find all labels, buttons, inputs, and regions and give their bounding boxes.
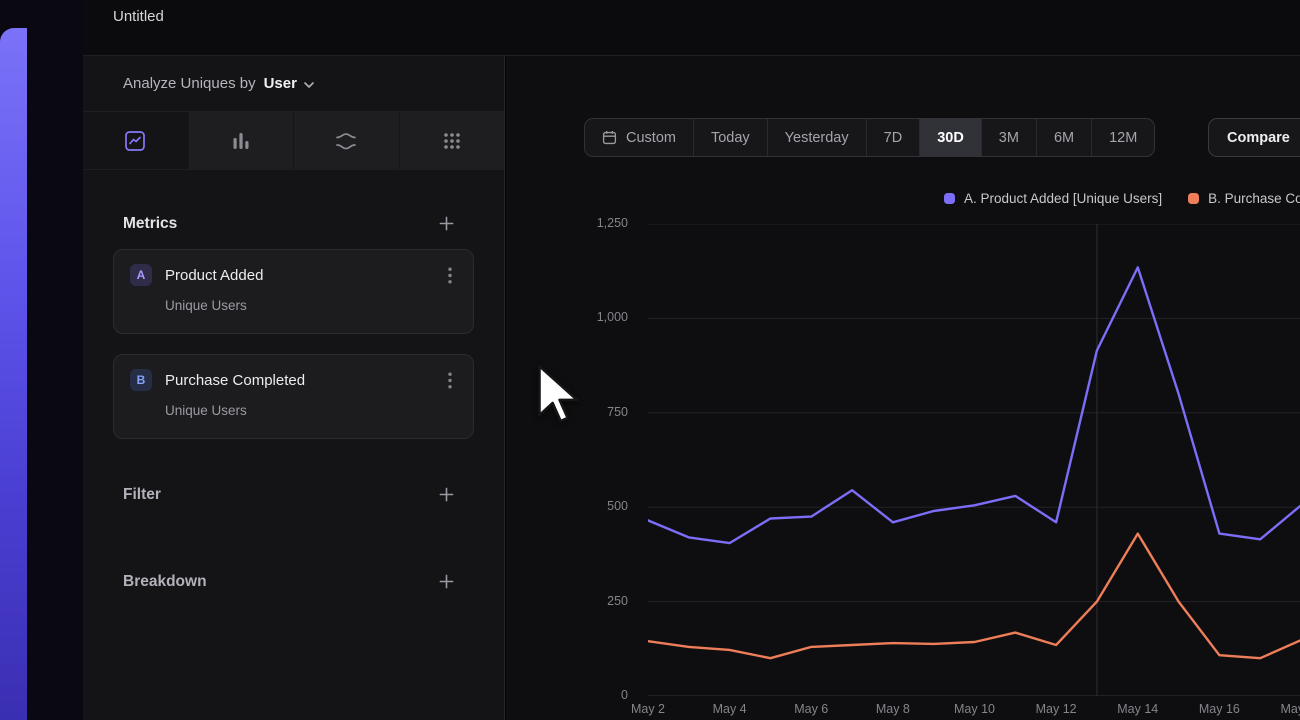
- breakdown-label: Breakdown: [123, 573, 207, 591]
- add-metric-button[interactable]: [437, 214, 456, 233]
- range-label: Today: [711, 130, 750, 146]
- filter-label: Filter: [123, 486, 161, 504]
- metric-card-a[interactable]: A Product Added Unique Users: [113, 249, 474, 334]
- calendar-icon: [602, 130, 617, 145]
- metric-card-b[interactable]: B Purchase Completed Unique Users: [113, 354, 474, 439]
- legend-label: A. Product Added [Unique Users]: [964, 191, 1162, 206]
- add-filter-button[interactable]: [437, 485, 456, 504]
- y-tick-label: 1,250: [597, 216, 628, 230]
- y-axis-labels: 02505007501,0001,250: [550, 224, 628, 696]
- metric-list: A Product Added Unique Users B Purchase Comp…: [83, 249, 504, 439]
- kebab-menu-icon[interactable]: [443, 265, 457, 286]
- range-label: 30D: [937, 130, 964, 146]
- line-chart-tab-icon: [123, 129, 147, 153]
- chart-legend: A. Product Added [Unique Users] B. Purcha…: [944, 191, 1300, 206]
- metric-subtitle: Unique Users: [165, 403, 457, 418]
- y-tick-label: 250: [607, 594, 628, 608]
- tab-grid[interactable]: [399, 112, 505, 169]
- x-tick-label: May 6: [781, 702, 841, 716]
- add-breakdown-button[interactable]: [437, 572, 456, 591]
- metric-title: Purchase Completed: [165, 372, 443, 389]
- legend-label: B. Purchase Completed [Unique Users]: [1208, 191, 1300, 206]
- analyze-by-row: Analyze Uniques by User: [83, 56, 504, 112]
- range-7d[interactable]: 7D: [867, 119, 921, 156]
- range-custom[interactable]: Custom: [585, 119, 694, 156]
- y-tick-label: 500: [607, 499, 628, 513]
- chart-panel: Custom Today Yesterday 7D 30D 3M 6M 12M Compare…: [506, 56, 1300, 720]
- chart-type-tabs: [83, 112, 504, 170]
- range-yesterday[interactable]: Yesterday: [768, 119, 867, 156]
- range-label: Yesterday: [785, 130, 849, 146]
- mouse-cursor: [537, 363, 579, 425]
- range-label: 12M: [1109, 130, 1137, 146]
- range-today[interactable]: Today: [694, 119, 768, 156]
- plus-icon: [439, 216, 454, 231]
- y-tick-label: 0: [621, 688, 628, 702]
- x-axis-labels: May 2May 4May 6May 8May 10May 12May 14Ma…: [648, 702, 1300, 720]
- plot-svg: [648, 224, 1300, 696]
- gradient-bar: [0, 28, 27, 720]
- app-window: Untitled Analyze Uniques by User: [0, 0, 1300, 720]
- query-panel: Analyze Uniques by User Metrics: [83, 56, 505, 720]
- chart-area: 02505007501,0001,250 May 2May 4May 6May …: [648, 224, 1300, 696]
- analyze-entity-value: User: [264, 75, 297, 92]
- kebab-menu-icon[interactable]: [443, 370, 457, 391]
- range-12m[interactable]: 12M: [1092, 119, 1154, 156]
- breakdown-section-header: Breakdown: [123, 572, 456, 591]
- x-tick-label: May 12: [1026, 702, 1086, 716]
- bar-chart-tab-icon: [229, 129, 253, 153]
- metrics-section-header: Metrics: [123, 214, 456, 233]
- range-label: 6M: [1054, 130, 1074, 146]
- x-tick-label: May 4: [700, 702, 760, 716]
- series-line-b: [648, 534, 1300, 659]
- range-label: Custom: [626, 130, 676, 146]
- metrics-label: Metrics: [123, 215, 177, 233]
- y-tick-label: 750: [607, 405, 628, 419]
- x-tick-label: May 2: [618, 702, 678, 716]
- range-3m[interactable]: 3M: [982, 119, 1037, 156]
- x-tick-label: May 8: [863, 702, 923, 716]
- left-gradient-strip: [0, 0, 83, 720]
- legend-item-b[interactable]: B. Purchase Completed [Unique Users]: [1188, 191, 1300, 206]
- range-30d[interactable]: 30D: [920, 119, 982, 156]
- metric-subtitle: Unique Users: [165, 298, 457, 313]
- metric-letter-badge: B: [130, 369, 152, 391]
- compare-button[interactable]: Compare: [1208, 118, 1300, 157]
- range-label: 3M: [999, 130, 1019, 146]
- range-6m[interactable]: 6M: [1037, 119, 1092, 156]
- y-tick-label: 1,000: [597, 310, 628, 324]
- top-bar: Untitled: [83, 0, 1300, 56]
- plus-icon: [439, 574, 454, 589]
- plus-icon: [439, 487, 454, 502]
- legend-swatch: [944, 193, 955, 204]
- chevron-down-icon: [304, 82, 314, 88]
- legend-item-a[interactable]: A. Product Added [Unique Users]: [944, 191, 1162, 206]
- series-line-a: [648, 267, 1300, 543]
- flow-tab-icon: [334, 129, 358, 153]
- tab-line-chart[interactable]: [83, 112, 188, 169]
- metric-letter-badge: A: [130, 264, 152, 286]
- legend-swatch: [1188, 193, 1199, 204]
- document-title[interactable]: Untitled: [113, 8, 1300, 25]
- analyze-by-label: Analyze Uniques by: [123, 75, 256, 92]
- x-tick-label: May 18: [1271, 702, 1300, 716]
- tab-bar-chart[interactable]: [188, 112, 294, 169]
- analyze-entity-dropdown[interactable]: User: [264, 75, 314, 92]
- metric-title: Product Added: [165, 267, 443, 284]
- x-tick-label: May 10: [945, 702, 1005, 716]
- grid-tab-icon: [440, 129, 464, 153]
- filter-section-header: Filter: [123, 485, 456, 504]
- x-tick-label: May 16: [1189, 702, 1249, 716]
- x-tick-label: May 14: [1108, 702, 1168, 716]
- date-range-group: Custom Today Yesterday 7D 30D 3M 6M 12M: [584, 118, 1155, 157]
- range-label: 7D: [884, 130, 903, 146]
- tab-flow[interactable]: [293, 112, 399, 169]
